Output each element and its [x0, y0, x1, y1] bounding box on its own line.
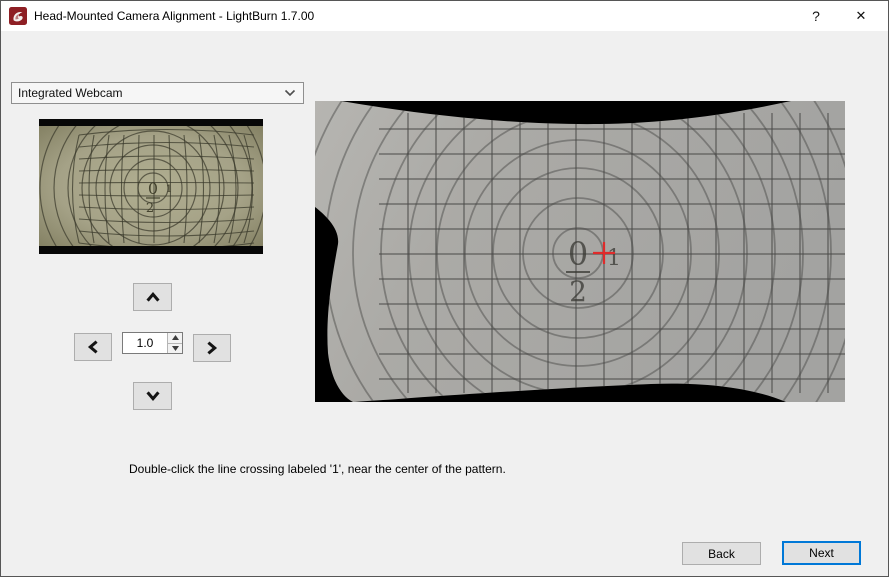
chevron-left-icon	[86, 338, 100, 356]
spin-up-button[interactable]	[168, 333, 182, 343]
close-button[interactable]: ✕	[844, 1, 878, 31]
nudge-right-button[interactable]	[193, 334, 231, 362]
chevron-down-icon	[144, 389, 162, 403]
pattern-label-1-small: 1	[166, 184, 172, 195]
nudge-amount-spinbox	[122, 332, 183, 354]
undistorted-camera-view[interactable]: 0 1 2	[315, 101, 845, 402]
chevron-down-icon	[284, 89, 296, 97]
spinner-buttons	[167, 333, 182, 353]
pattern-label-0-small: 0	[148, 179, 158, 198]
pattern-label-1-large: 1	[607, 246, 621, 271]
back-button[interactable]: Back	[682, 542, 761, 565]
nudge-left-button[interactable]	[74, 333, 112, 361]
window-title: Head-Mounted Camera Alignment - LightBur…	[34, 9, 314, 23]
camera-preview-thumbnail: 0 1 2	[39, 119, 263, 254]
pattern-label-2-small: 2	[146, 201, 154, 216]
triangle-up-icon	[172, 335, 179, 340]
instruction-text: Double-click the line crossing labeled '…	[129, 462, 506, 476]
camera-select-value: Integrated Webcam	[12, 86, 284, 100]
nudge-up-button[interactable]	[133, 283, 172, 311]
chevron-right-icon	[205, 339, 219, 357]
camera-preview-image: 0 1 2	[39, 119, 263, 254]
triangle-down-icon	[172, 346, 179, 351]
chevron-up-icon	[144, 290, 162, 304]
help-button[interactable]: ?	[799, 1, 833, 31]
lightburn-app-icon	[9, 7, 27, 25]
pattern-label-2-large: 2	[569, 275, 587, 308]
nudge-amount-input[interactable]	[123, 333, 167, 353]
title-bar[interactable]: Head-Mounted Camera Alignment - LightBur…	[1, 1, 888, 31]
camera-alignment-dialog: Head-Mounted Camera Alignment - LightBur…	[0, 0, 889, 577]
pattern-label-0-large: 0	[568, 235, 588, 273]
next-button[interactable]: Next	[782, 541, 861, 565]
camera-select-dropdown[interactable]: Integrated Webcam	[11, 82, 304, 104]
nudge-down-button[interactable]	[133, 382, 172, 410]
undistorted-image: 0 1 2	[315, 101, 845, 402]
spin-down-button[interactable]	[168, 343, 182, 354]
